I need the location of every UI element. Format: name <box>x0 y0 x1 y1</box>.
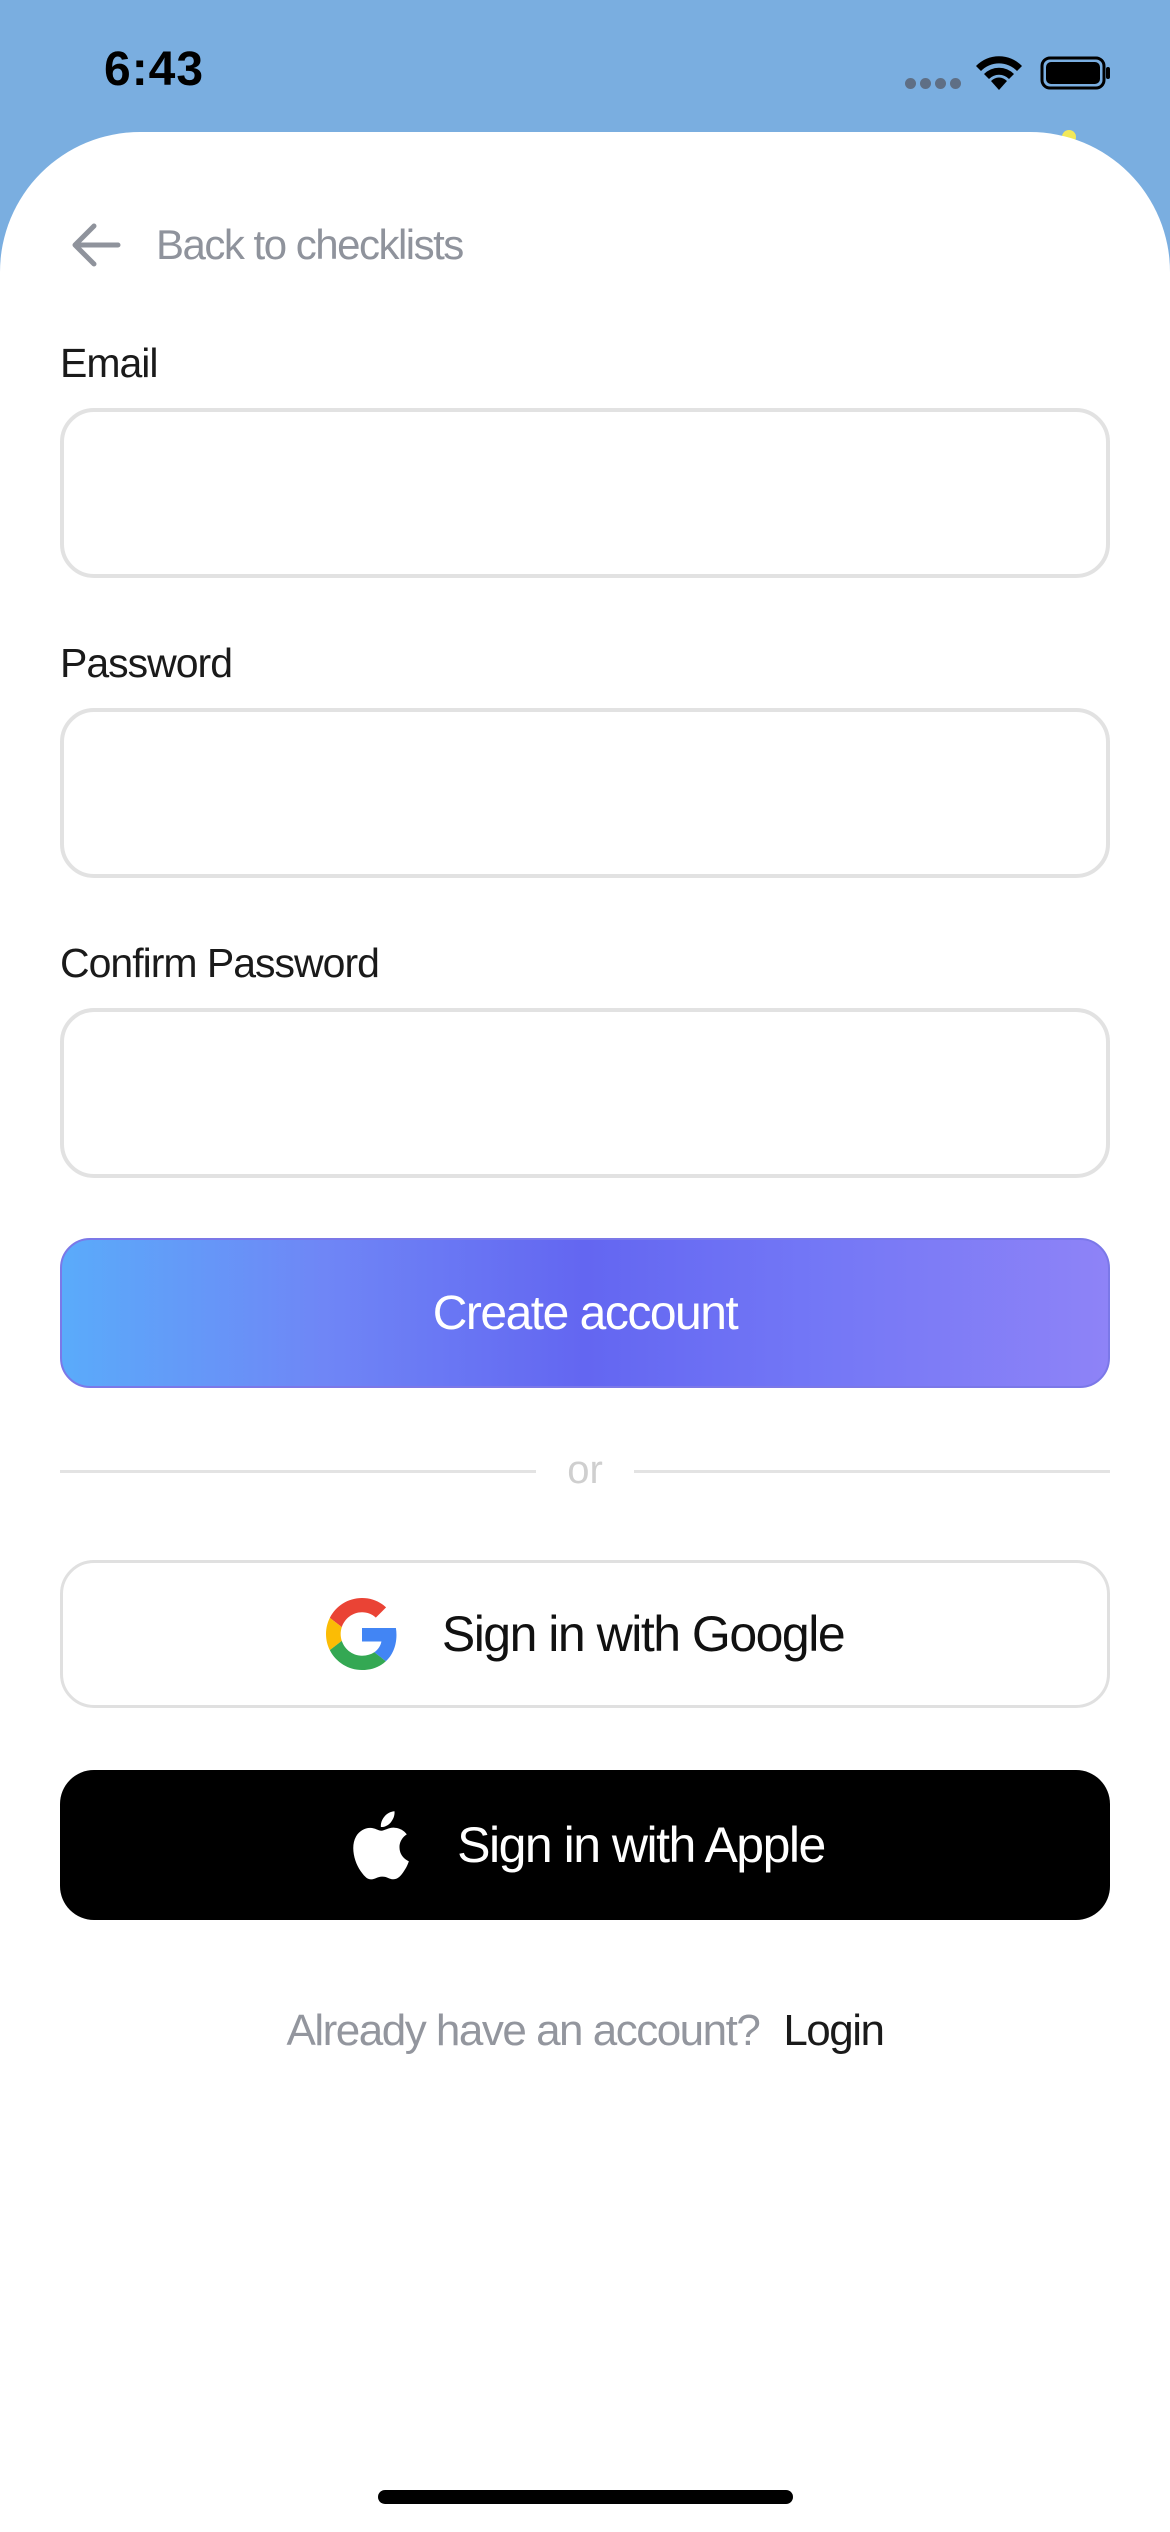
battery-icon <box>1040 56 1110 90</box>
google-g-icon <box>325 1598 397 1670</box>
divider-line-left <box>60 1470 536 1473</box>
create-account-label: Create account <box>432 1286 739 1340</box>
divider-or-text: or <box>567 1448 603 1492</box>
login-link[interactable]: Login <box>783 2006 885 2055</box>
email-field[interactable] <box>60 408 1110 578</box>
password-field[interactable] <box>60 708 1110 878</box>
confirm-password-field[interactable] <box>60 1008 1110 1178</box>
arrow-left-icon <box>72 223 121 267</box>
divider-line-right <box>634 1470 1110 1473</box>
wifi-icon <box>976 56 1022 90</box>
home-indicator <box>378 2490 793 2504</box>
create-account-button[interactable]: Create account <box>60 1238 1110 1388</box>
status-time: 6:43 <box>104 43 205 96</box>
sign-in-google-button[interactable]: Sign in with Google <box>60 1560 1110 1708</box>
sign-in-apple-label: Sign in with Apple <box>457 1817 826 1873</box>
login-prompt-text: Already have an account? <box>286 2006 761 2055</box>
password-label: Password <box>60 640 233 686</box>
confirm-password-label: Confirm Password <box>60 940 380 986</box>
apple-logo-icon <box>353 1811 409 1880</box>
sign-in-google-label: Sign in with Google <box>441 1606 846 1662</box>
back-label: Back to checklists <box>156 221 464 268</box>
signal-dots-icon <box>905 78 961 92</box>
back-to-checklists-button[interactable]: Back to checklists <box>68 210 464 280</box>
sign-in-apple-button[interactable]: Sign in with Apple <box>60 1770 1110 1920</box>
login-prompt-row: Already have an account? Login <box>0 2006 1170 2056</box>
status-bar: 6:43 <box>0 0 1170 130</box>
email-label: Email <box>60 340 159 386</box>
